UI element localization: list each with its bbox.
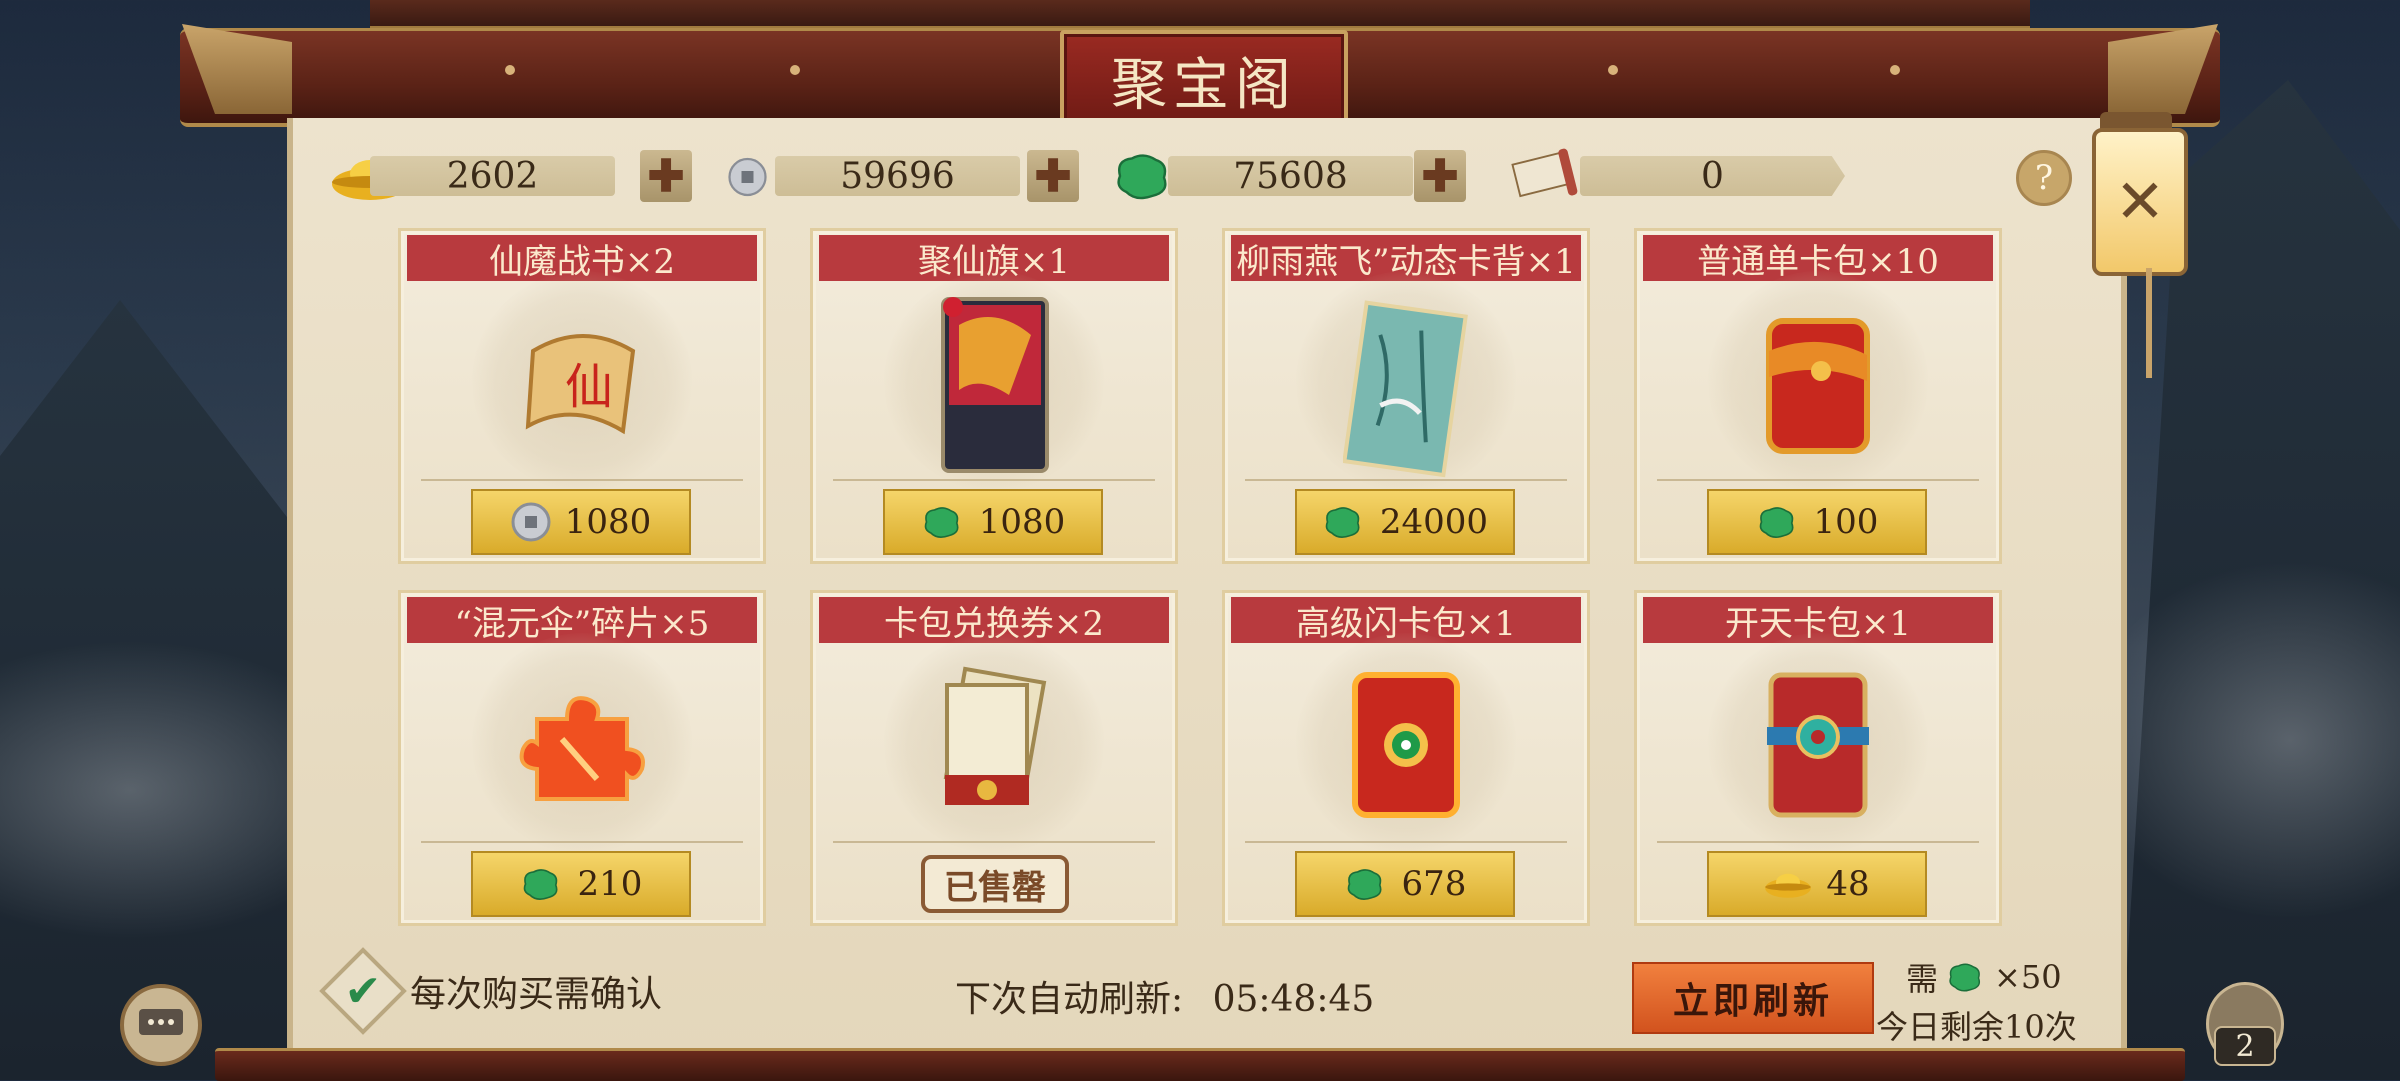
flash-card-pack-icon bbox=[1352, 672, 1460, 818]
beam-stud bbox=[1608, 65, 1618, 75]
shop-item-card[interactable]: 柳雨燕飞”动态卡背×1 24000 bbox=[1222, 228, 1590, 564]
beam-stud bbox=[790, 65, 800, 75]
add-gold-button[interactable]: ✚ bbox=[640, 150, 692, 202]
currency-jade-value: 75608 bbox=[1168, 156, 1413, 197]
pack-voucher-icon bbox=[943, 666, 1047, 805]
kaitian-card-pack-icon bbox=[1767, 672, 1869, 818]
scroll-ticket-icon bbox=[1511, 148, 1578, 198]
bottom-rail bbox=[215, 1048, 2185, 1081]
remaining-refreshes: 今日剩余10次 bbox=[1876, 1008, 2077, 1046]
puzzle-fragment-icon bbox=[519, 696, 645, 801]
card-divider bbox=[1657, 841, 1979, 843]
card-divider bbox=[1245, 479, 1567, 481]
refresh-cost: 需 ×50 bbox=[1906, 954, 2062, 1000]
top-rail bbox=[370, 0, 2030, 29]
currency-ticket: 0 bbox=[1508, 148, 1873, 204]
price-value: 100 bbox=[1813, 502, 1879, 542]
beam-stud bbox=[505, 65, 515, 75]
shop-item-card[interactable]: “混元伞”碎片×5 210 bbox=[398, 590, 766, 926]
checkbox[interactable]: ✔ bbox=[319, 947, 407, 1035]
gold-ingot-icon bbox=[1765, 873, 1812, 898]
jade-icon bbox=[1325, 507, 1360, 538]
price-value: 210 bbox=[577, 864, 643, 904]
shop-item-card[interactable]: 高级闪卡包×1 678 bbox=[1222, 590, 1590, 926]
need-cost: ×50 bbox=[1994, 958, 2062, 996]
currency-ticket-value: 0 bbox=[1580, 156, 1845, 196]
refresh-now-button[interactable]: 立即刷新 bbox=[1632, 962, 1874, 1034]
flag-card-icon bbox=[941, 297, 1049, 473]
bag-count: 2 bbox=[2214, 1026, 2276, 1066]
price-button[interactable]: 24000 bbox=[1295, 489, 1515, 555]
price-button[interactable]: 678 bbox=[1295, 851, 1515, 917]
jade-icon bbox=[1949, 963, 1981, 992]
shop-item-card[interactable]: 开天卡包×1 48 bbox=[1634, 590, 2002, 926]
help-button[interactable]: ? bbox=[2016, 150, 2072, 206]
close-button[interactable]: ✕ bbox=[2092, 128, 2188, 276]
jade-icon bbox=[1117, 154, 1167, 200]
price-value: 1080 bbox=[564, 502, 652, 542]
currency-silver-value: 59696 bbox=[775, 156, 1020, 197]
svg-text:仙: 仙 bbox=[565, 359, 613, 415]
chat-bubble-icon bbox=[139, 1009, 183, 1035]
add-jade-button[interactable]: ✚ bbox=[1414, 150, 1466, 202]
chat-button[interactable] bbox=[120, 984, 202, 1066]
shop-item-card[interactable]: 普通单卡包×10 100 bbox=[1634, 228, 2002, 564]
lantern-tassel bbox=[2146, 268, 2152, 378]
card-divider bbox=[833, 479, 1155, 481]
confirm-label: 每次购买需确认 bbox=[410, 974, 663, 1015]
price-button[interactable]: 48 bbox=[1707, 851, 1927, 917]
currency-gold-value: 2602 bbox=[370, 156, 615, 197]
card-back-icon bbox=[1343, 300, 1468, 478]
add-silver-button[interactable]: ✚ bbox=[1027, 150, 1079, 202]
auto-refresh-time: 05:48:45 bbox=[1212, 979, 1375, 1020]
close-icon: ✕ bbox=[2114, 167, 2166, 237]
price-value: 1080 bbox=[978, 502, 1066, 542]
price-button[interactable]: 1080 bbox=[883, 489, 1103, 555]
confirm-toggle[interactable]: ✔ 每次购买需确认 bbox=[319, 947, 663, 1035]
background-cloud bbox=[2080, 560, 2400, 920]
currency-gold: 2602 ✚ bbox=[330, 148, 695, 204]
shop-item-card[interactable]: 仙魔战书×2 仙 1080 bbox=[398, 228, 766, 564]
card-divider bbox=[1245, 841, 1567, 843]
price-value: 48 bbox=[1826, 864, 1870, 904]
price-button[interactable]: 210 bbox=[471, 851, 691, 917]
silver-coin-icon bbox=[511, 502, 551, 542]
shop-item-card[interactable]: 聚仙旗×1 1080 bbox=[810, 228, 1178, 564]
price-button[interactable]: 100 bbox=[1707, 489, 1927, 555]
shop-item-card[interactable]: 卡包兑换券×2 已售罄 bbox=[810, 590, 1178, 926]
price-value: 24000 bbox=[1379, 502, 1489, 542]
card-pack-icon bbox=[1766, 318, 1870, 454]
card-divider bbox=[421, 479, 743, 481]
currency-jade: 75608 ✚ bbox=[1112, 148, 1477, 204]
jade-icon bbox=[1347, 869, 1382, 900]
card-divider bbox=[833, 841, 1155, 843]
card-divider bbox=[421, 841, 743, 843]
checkmark-icon: ✔ bbox=[344, 965, 382, 1017]
jade-icon bbox=[523, 869, 558, 900]
need-label: 需 bbox=[1906, 960, 1939, 998]
beam-stud bbox=[1890, 65, 1900, 75]
sold-out-stamp: 已售罄 bbox=[921, 855, 1069, 913]
page-title: 聚宝阁 bbox=[1060, 30, 1348, 130]
jade-icon bbox=[924, 507, 959, 538]
price-value: 678 bbox=[1401, 864, 1467, 904]
card-divider bbox=[1657, 479, 1979, 481]
jade-icon bbox=[1759, 507, 1794, 538]
auto-refresh-label: 下次自动刷新: bbox=[955, 979, 1184, 1020]
immortal-scroll-icon: 仙 bbox=[525, 334, 636, 435]
auto-refresh-info: 下次自动刷新: 05:48:45 bbox=[955, 970, 1374, 1022]
price-button[interactable]: 1080 bbox=[471, 489, 691, 555]
currency-silver: 59696 ✚ bbox=[725, 148, 1090, 204]
